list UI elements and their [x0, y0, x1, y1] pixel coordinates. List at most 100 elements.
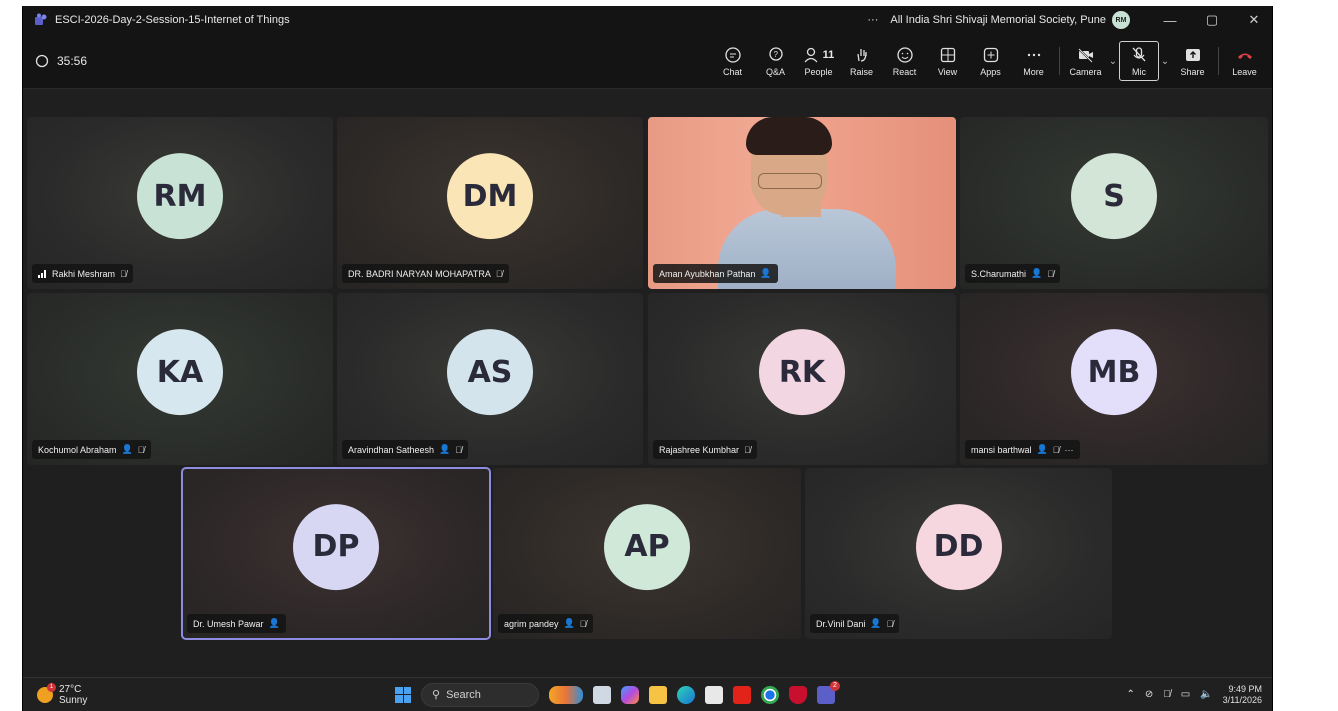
svg-text:?: ?: [773, 50, 778, 59]
lenovo-app-icon[interactable]: [733, 685, 751, 704]
participant-name: Dr. Umesh Pawar: [193, 618, 264, 629]
view-button[interactable]: View: [926, 38, 969, 84]
leave-label: Leave: [1232, 66, 1257, 77]
system-clock[interactable]: 9:49 PM 3/11/2026: [1223, 684, 1262, 706]
avatar: AS: [447, 329, 533, 416]
avatar: RM: [137, 153, 223, 240]
restore-button[interactable]: ▢: [1194, 12, 1230, 28]
copilot-icon[interactable]: [621, 685, 639, 704]
minimize-button[interactable]: —: [1152, 13, 1188, 28]
participant-name: S.Charumathi: [971, 268, 1027, 279]
search-icon: ⚲: [432, 689, 441, 701]
apps-label: Apps: [980, 66, 1001, 77]
close-button[interactable]: ✕: [1236, 12, 1272, 28]
nameplate: mansi barthwal 👤 🎙̸ ···: [965, 440, 1080, 459]
avatar: AP: [604, 503, 690, 590]
avatar: KA: [137, 329, 223, 416]
windows-start-icon[interactable]: [395, 686, 411, 703]
volume-icon[interactable]: 🔈: [1200, 689, 1212, 700]
participant-name: Dr.Vinil Dani: [816, 618, 866, 629]
more-options-icon[interactable]: ···: [1065, 445, 1074, 455]
weather-condition: Sunny: [59, 694, 88, 706]
people-button[interactable]: 11 People: [797, 38, 840, 84]
participant-tile[interactable]: DD Dr.Vinil Dani 👤 🎙̸: [805, 468, 1112, 639]
nameplate: Aravindhan Satheesh 👤 🎙̸: [342, 440, 469, 459]
view-label: View: [937, 66, 958, 77]
leave-button[interactable]: Leave: [1223, 38, 1266, 84]
teams-window: ESCI-2026-Day-2-Session-15-Internet of T…: [22, 6, 1273, 711]
search-placeholder: Search: [446, 688, 481, 701]
qa-label: Q&A: [765, 66, 785, 77]
taskbar-search[interactable]: ⚲ Search: [421, 682, 539, 707]
avatar: MB: [1071, 329, 1157, 416]
react-button[interactable]: React: [883, 38, 926, 84]
mic-options-chevron-down-icon[interactable]: ⌄: [1159, 56, 1171, 67]
nameplate: Aman Ayubkhan Pathan 👤: [653, 264, 778, 283]
teams-taskbar-icon[interactable]: 2: [817, 680, 840, 704]
weather-widget[interactable]: 1 27°C Sunny: [37, 682, 88, 706]
network-icon[interactable]: ▭: [1181, 689, 1190, 700]
title-more-icon[interactable]: ···: [867, 14, 878, 26]
more-label: More: [1023, 66, 1044, 77]
react-label: React: [892, 66, 917, 77]
participant-tile-active-speaker[interactable]: DP Dr. Umesh Pawar 👤: [181, 467, 491, 640]
participant-name: agrim pandey: [504, 618, 559, 629]
more-icon: [1027, 53, 1040, 56]
avatar: DD: [915, 503, 1002, 590]
camera-options-chevron-down-icon[interactable]: ⌄: [1107, 56, 1119, 67]
more-button[interactable]: More: [1012, 38, 1055, 84]
mic-label: Mic: [1132, 66, 1146, 77]
tray-overflow-chevron-up-icon[interactable]: ⌃: [1126, 689, 1134, 700]
qa-button[interactable]: ? Q&A: [754, 38, 797, 84]
location-off-icon[interactable]: ⊘: [1145, 689, 1153, 700]
widgets-people-icon[interactable]: [549, 685, 583, 704]
participant-tile[interactable]: DM DR. BADRI NARYAN MOHAPATRA 🎙̸: [337, 117, 643, 289]
chat-button[interactable]: Chat: [711, 38, 754, 84]
mic-off-icon: 🎙̸: [1052, 444, 1060, 455]
chat-icon: [724, 46, 741, 63]
timer-text: 35:56: [57, 54, 88, 68]
mic-muted-tray-icon[interactable]: 🎙̸: [1163, 689, 1171, 700]
presenter-icon: 👤: [760, 268, 772, 278]
mic-off-icon: 🎙̸: [137, 444, 145, 455]
participant-tile[interactable]: RK Rajashree Kumbhar 🎙̸: [648, 293, 956, 465]
participant-tile[interactable]: RM Rakhi Meshram 🎙̸: [27, 117, 333, 289]
participant-name: Kochumol Abraham: [38, 444, 117, 455]
task-view-icon[interactable]: [593, 685, 611, 704]
participant-tile[interactable]: S S.Charumathi 👤 🎙̸: [960, 117, 1268, 289]
nameplate: Kochumol Abraham 👤 🎙̸: [32, 440, 151, 459]
avatar: DM: [447, 153, 533, 240]
user-avatar[interactable]: RM: [1112, 11, 1130, 29]
nameplate: S.Charumathi 👤 🎙̸: [965, 264, 1060, 283]
participant-tile-video[interactable]: Aman Ayubkhan Pathan 👤: [648, 117, 956, 289]
window-title: ESCI-2026-Day-2-Session-15-Internet of T…: [55, 14, 290, 26]
nameplate: agrim pandey 👤 🎙̸: [498, 614, 593, 633]
camera-button[interactable]: Camera: [1064, 38, 1107, 84]
participant-tile[interactable]: MB mansi barthwal 👤 🎙̸ ···: [960, 293, 1268, 465]
title-bar: ESCI-2026-Day-2-Session-15-Internet of T…: [23, 6, 1272, 34]
raise-hand-button[interactable]: Raise: [840, 38, 883, 84]
apps-button[interactable]: Apps: [969, 38, 1012, 84]
clock-time: 9:49 PM: [1228, 683, 1262, 694]
video-person-glasses: [758, 173, 822, 189]
participant-tile[interactable]: AS Aravindhan Satheesh 👤 🎙̸: [337, 293, 643, 465]
share-button[interactable]: Share: [1171, 38, 1214, 84]
participant-tile[interactable]: AP agrim pandey 👤 🎙̸: [493, 468, 801, 639]
mcafee-icon[interactable]: [789, 685, 807, 704]
file-explorer-icon[interactable]: [649, 685, 667, 704]
store-icon[interactable]: [705, 685, 723, 704]
people-label: People: [804, 66, 833, 77]
chrome-icon[interactable]: [761, 685, 779, 704]
edge-browser-icon[interactable]: [677, 685, 695, 704]
smiley-icon: [896, 46, 913, 63]
meeting-timer: 35:56: [35, 54, 87, 68]
toolbar-separator: [1059, 47, 1060, 75]
presenter-icon: 👤: [563, 618, 575, 628]
mic-button[interactable]: Mic: [1119, 41, 1159, 81]
hand-icon: [856, 48, 867, 62]
share-label: Share: [1180, 66, 1205, 77]
shield-icon: [35, 54, 49, 68]
participant-tile[interactable]: KA Kochumol Abraham 👤 🎙̸: [27, 293, 333, 465]
mic-off-icon: 🎙̸: [495, 268, 503, 279]
sun-icon: 1: [37, 682, 56, 703]
